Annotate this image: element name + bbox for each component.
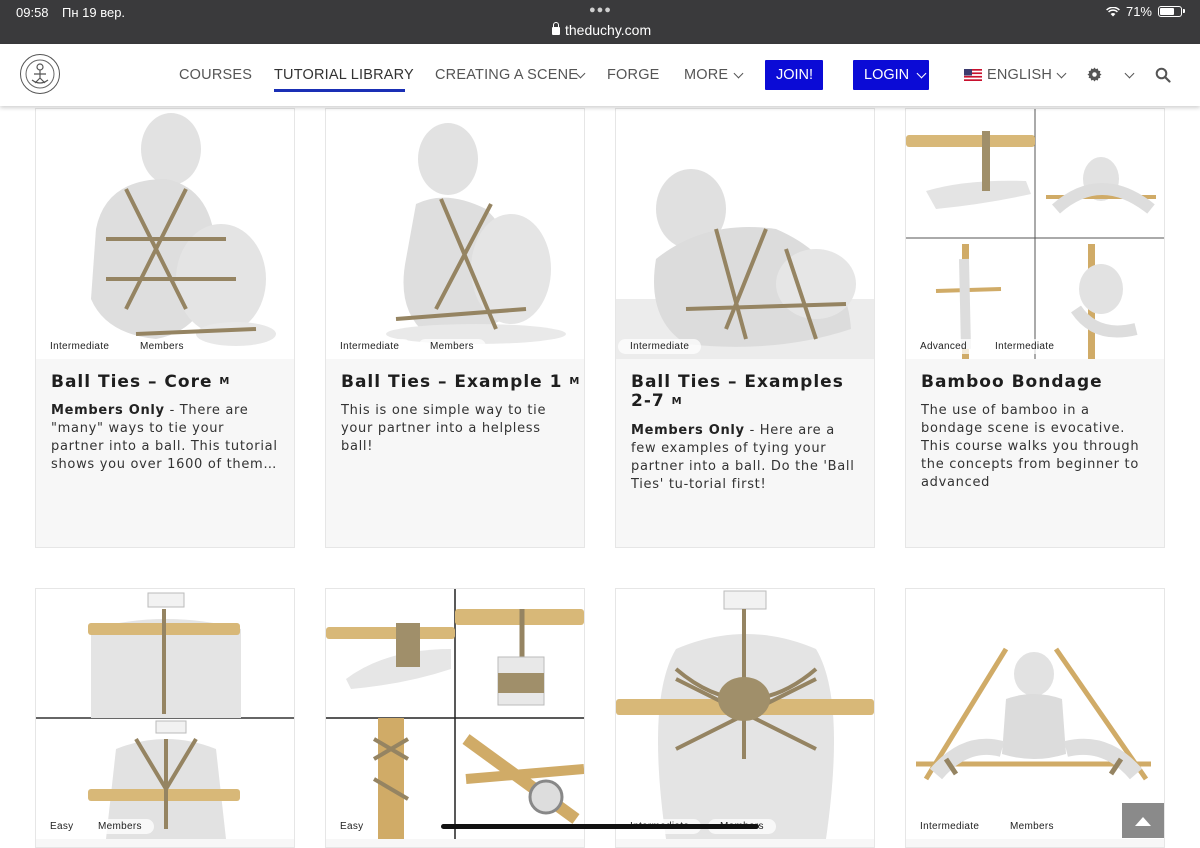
difficulty-badge[interactable]: Intermediate xyxy=(38,339,122,354)
gear-icon[interactable] xyxy=(1087,67,1102,82)
status-date: Пн 19 вер. xyxy=(62,5,126,20)
card-image[interactable]: Intermediate xyxy=(616,109,874,359)
tutorial-card[interactable]: Intermediate Members xyxy=(615,588,875,848)
tutorial-card[interactable]: Intermediate Members Ball Ties – Example… xyxy=(325,108,585,548)
card-image[interactable]: Intermediate Members xyxy=(326,109,584,359)
card-title[interactable]: Ball Ties – Example 1 M xyxy=(341,373,580,391)
nav-courses[interactable]: COURSES xyxy=(179,44,252,106)
card-image[interactable]: Easy xyxy=(326,589,584,839)
nav-forge[interactable]: FORGE xyxy=(607,44,660,106)
members-mark: M xyxy=(219,376,231,387)
chevron-down-icon[interactable] xyxy=(1056,68,1067,79)
nav-more[interactable]: MORE xyxy=(684,44,728,106)
site-header: COURSES TUTORIAL LIBRARY CREATING A SCEN… xyxy=(0,44,1200,106)
card-title[interactable]: Ball Ties – Examples 2-7 M xyxy=(631,373,861,411)
tutorial-card[interactable]: Intermediate Ball Ties – Examples 2-7 M … xyxy=(615,108,875,548)
members-mark: M xyxy=(569,376,581,387)
battery-percent: 71% xyxy=(1125,4,1152,19)
search-icon[interactable] xyxy=(1155,67,1171,83)
active-tab-indicator xyxy=(274,89,405,92)
status-time: 09:58 xyxy=(16,5,49,20)
card-image[interactable]: Advanced Intermediate xyxy=(906,109,1164,359)
scroll-to-top-button[interactable] xyxy=(1122,803,1164,838)
join-button[interactable]: JOIN! xyxy=(765,60,823,90)
card-description: This is one simple way to tie your partn… xyxy=(341,403,547,454)
tutorial-card[interactable]: Easy Members xyxy=(35,588,295,848)
battery-icon xyxy=(1158,6,1185,17)
flag-us-icon xyxy=(964,68,982,81)
status-bar: 09:58 Пн 19 вер. ●●● theduchy.com 71% xyxy=(0,0,1200,44)
url-text: theduchy.com xyxy=(565,22,652,38)
card-image[interactable]: Intermediate Members xyxy=(616,589,874,839)
home-indicator[interactable] xyxy=(441,824,759,829)
card-image[interactable]: Easy Members xyxy=(36,589,294,839)
difficulty-badge[interactable]: Easy xyxy=(328,819,376,834)
difficulty-badge[interactable]: Intermediate xyxy=(618,339,702,354)
card-title[interactable]: Ball Ties – Core M xyxy=(51,373,230,391)
chevron-down-icon[interactable] xyxy=(733,68,744,79)
difficulty-badge[interactable]: Intermediate xyxy=(908,819,992,834)
access-badge[interactable]: Members xyxy=(418,339,486,354)
access-badge[interactable]: Members xyxy=(86,819,154,834)
card-image[interactable]: Intermediate Members xyxy=(36,109,294,359)
login-label: LOGIN xyxy=(864,67,910,83)
status-indicators: 71% xyxy=(1106,4,1185,19)
difficulty-badge[interactable]: Easy xyxy=(38,819,86,834)
address-bar[interactable]: theduchy.com xyxy=(552,22,651,38)
members-mark: M xyxy=(671,396,683,407)
chevron-down-icon[interactable] xyxy=(1124,68,1135,79)
card-description: The use of bamboo in a bondage scene is … xyxy=(921,403,1140,490)
lock-icon xyxy=(552,22,560,35)
difficulty-badge[interactable]: Advanced xyxy=(908,339,979,354)
nav-creating-a-scene[interactable]: CREATING A SCENE xyxy=(435,44,578,106)
card-description: Members Only - Here are a few examples o… xyxy=(631,423,855,492)
tutorial-card[interactable]: Easy xyxy=(325,588,585,848)
logo-icon[interactable] xyxy=(20,54,60,94)
tutorial-card[interactable]: Advanced Intermediate Bamboo Bondage The… xyxy=(905,108,1165,548)
difficulty-badge[interactable]: Intermediate xyxy=(983,339,1067,354)
card-image[interactable]: Intermediate Members xyxy=(906,589,1164,839)
access-badge[interactable]: Members xyxy=(998,819,1066,834)
language-selector[interactable]: ENGLISH xyxy=(987,44,1052,106)
access-badge[interactable]: Members xyxy=(128,339,196,354)
wifi-icon xyxy=(1106,6,1120,17)
card-description: Members Only - There are "many" ways to … xyxy=(51,403,278,472)
card-title[interactable]: Bamboo Bondage xyxy=(921,373,1103,391)
difficulty-badge[interactable]: Intermediate xyxy=(328,339,412,354)
tutorial-card[interactable]: Intermediate Members Ball Ties – Core M … xyxy=(35,108,295,548)
more-dots-icon[interactable]: ●●● xyxy=(589,4,612,16)
nav-tutorial-library[interactable]: TUTORIAL LIBRARY xyxy=(274,44,414,106)
